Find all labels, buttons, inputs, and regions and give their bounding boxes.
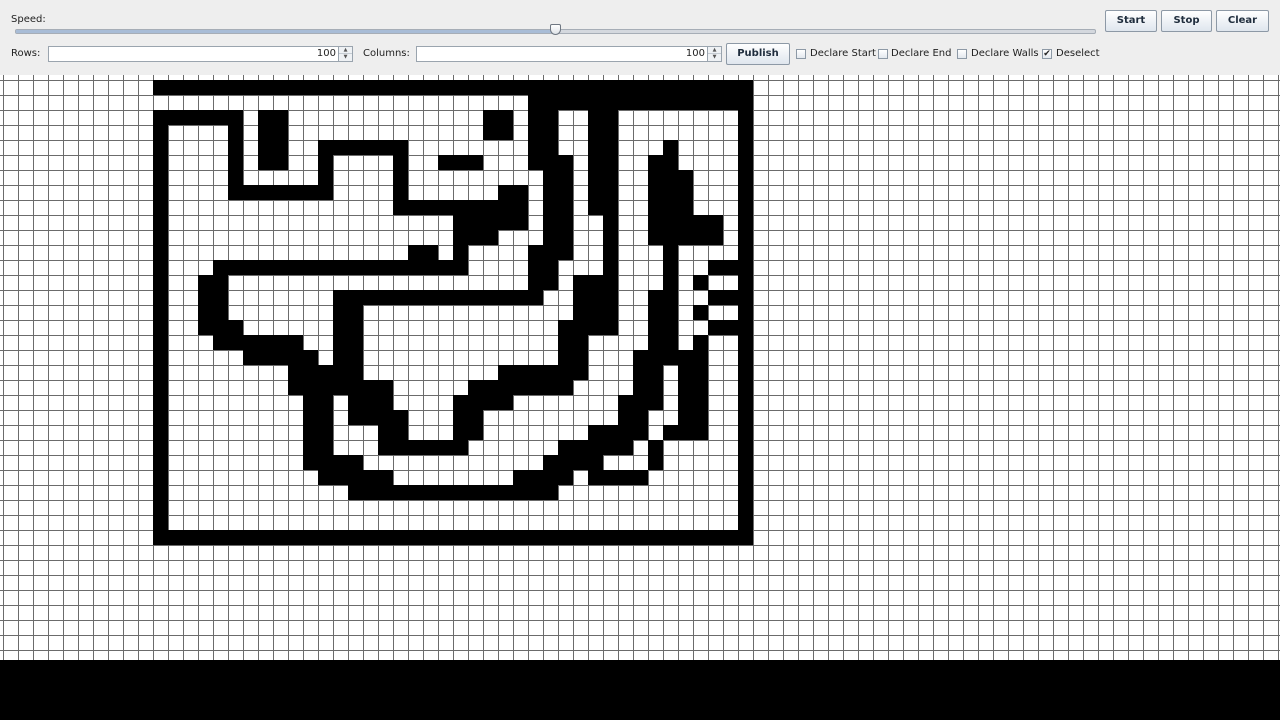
wall-cell — [693, 275, 708, 290]
speed-label: Speed: — [11, 14, 46, 25]
wall-cell — [693, 305, 708, 320]
wall-cell — [693, 410, 708, 440]
wall-cell — [153, 530, 753, 545]
columns-decrement-icon[interactable]: ▼ — [708, 54, 721, 61]
speed-slider-thumb[interactable] — [549, 24, 561, 35]
wall-cell — [738, 80, 753, 530]
deselect-checkbox[interactable]: ✔ — [1042, 49, 1052, 59]
wall-cell — [633, 470, 648, 485]
rows-increment-icon[interactable]: ▲ — [339, 47, 352, 54]
wall-cell — [438, 155, 483, 170]
publish-button[interactable]: Publish — [726, 43, 790, 65]
app-window: Speed: Start Stop Clear Rows: 100 ▲ ▼ Co… — [0, 0, 1280, 660]
clear-button[interactable]: Clear — [1216, 10, 1269, 32]
declare-start-label[interactable]: Declare Start — [810, 48, 876, 59]
wall-cell — [588, 470, 633, 485]
wall-cell — [483, 110, 513, 140]
wall-cell — [708, 290, 738, 305]
speed-slider-fill — [16, 30, 556, 33]
wall-cell — [348, 290, 543, 305]
wall-cell — [693, 335, 708, 350]
wall-cell — [498, 185, 528, 230]
columns-label: Columns: — [363, 48, 410, 59]
deselect-label[interactable]: Deselect — [1056, 48, 1100, 59]
columns-value[interactable]: 100 — [686, 47, 707, 61]
wall-cell — [528, 245, 558, 290]
declare-walls-label[interactable]: Declare Walls — [971, 48, 1039, 59]
wall-cell — [408, 245, 438, 275]
columns-spinner[interactable]: 100 ▲ ▼ — [416, 46, 722, 62]
start-button[interactable]: Start — [1105, 10, 1157, 32]
wall-cell — [708, 260, 738, 275]
declare-start-checkbox[interactable] — [796, 49, 806, 59]
maze-grid[interactable] — [0, 75, 1280, 660]
wall-cell — [558, 95, 738, 110]
declare-walls-checkbox[interactable] — [957, 49, 967, 59]
wall-cell — [588, 95, 618, 170]
wall-cell — [663, 425, 693, 440]
wall-cell — [708, 320, 738, 335]
rows-decrement-icon[interactable]: ▼ — [339, 54, 352, 61]
columns-increment-icon[interactable]: ▲ — [708, 47, 721, 54]
declare-end-label[interactable]: Declare End — [891, 48, 951, 59]
wall-layer — [0, 75, 1280, 660]
wall-cell — [153, 110, 168, 545]
wall-cell — [258, 110, 288, 170]
wall-cell — [648, 440, 663, 470]
wall-cell — [213, 320, 243, 350]
wall-cell — [153, 80, 753, 95]
wall-cell — [678, 170, 693, 230]
rows-spinner-arrows: ▲ ▼ — [338, 47, 352, 61]
wall-cell — [393, 440, 468, 455]
wall-cell — [663, 140, 678, 170]
columns-spinner-arrows: ▲ ▼ — [707, 47, 721, 61]
rows-label: Rows: — [11, 48, 41, 59]
stop-button[interactable]: Stop — [1161, 10, 1212, 32]
declare-end-checkbox[interactable] — [878, 49, 888, 59]
toolbar: Speed: Start Stop Clear Rows: 100 ▲ ▼ Co… — [0, 0, 1280, 75]
rows-spinner[interactable]: 100 ▲ ▼ — [48, 46, 353, 62]
rows-value[interactable]: 100 — [317, 47, 338, 61]
